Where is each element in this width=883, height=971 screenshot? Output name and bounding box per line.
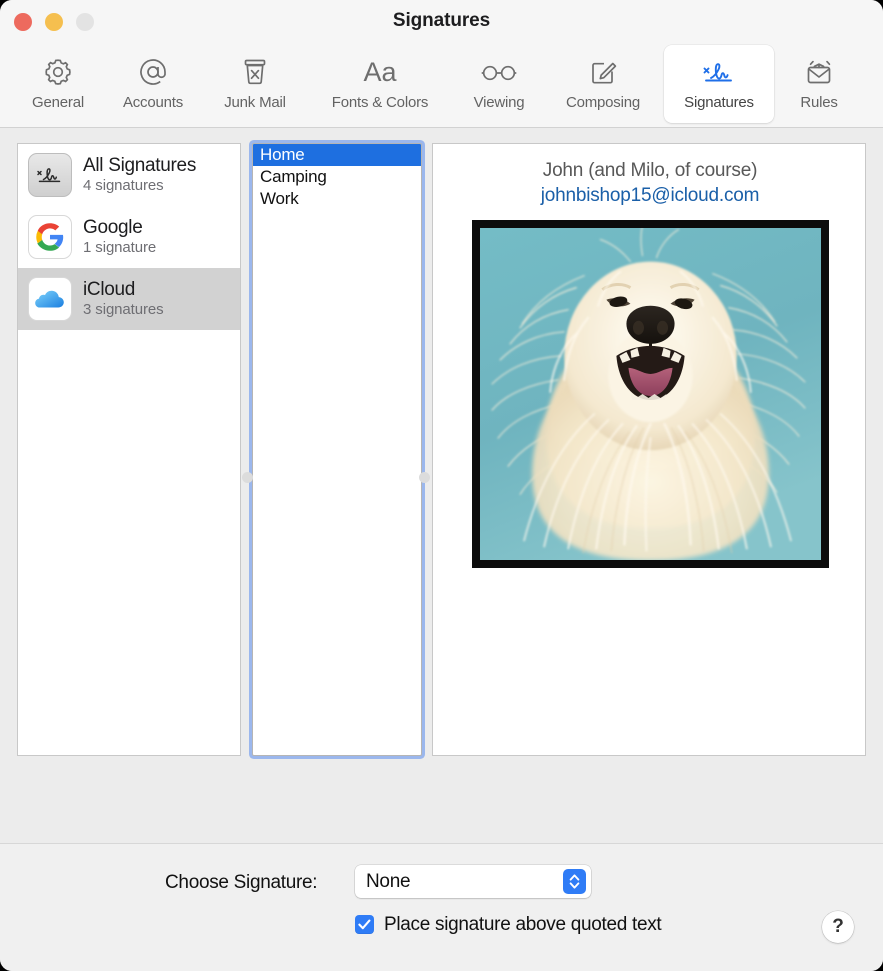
junk-trash-icon xyxy=(238,53,272,91)
choose-signature-label: Choose Signature: xyxy=(165,872,317,894)
toolbar-label-composing: Composing xyxy=(566,94,640,111)
signature-badge-icon xyxy=(28,153,72,197)
signature-list-item-camping[interactable]: Camping xyxy=(253,166,421,188)
toolbar-item-viewing[interactable]: Viewing xyxy=(454,45,544,123)
toolbar-item-rules[interactable]: Rules xyxy=(778,45,860,123)
signatures-content-area: All Signatures 4 signatures Google 1 sig… xyxy=(0,128,883,843)
signature-list-item-work[interactable]: Work xyxy=(253,188,421,210)
toolbar-label-signatures: Signatures xyxy=(684,94,754,111)
aa-font-icon: Aa xyxy=(352,53,408,91)
at-sign-icon xyxy=(136,53,170,91)
signature-preview[interactable]: John (and Milo, of course) johnbishop15@… xyxy=(432,143,866,756)
account-name: Google xyxy=(83,217,156,238)
toolbar-item-fonts-colors[interactable]: Aa Fonts & Colors xyxy=(308,45,452,123)
chevron-updown-icon[interactable] xyxy=(563,869,586,894)
dog-photo xyxy=(480,228,821,560)
account-name: iCloud xyxy=(83,279,164,300)
place-signature-above-quoted-label: Place signature above quoted text xyxy=(384,915,661,934)
account-signature-count: 4 signatures xyxy=(83,178,196,195)
toolbar-label-fonts-colors: Fonts & Colors xyxy=(332,94,428,111)
account-name: All Signatures xyxy=(83,155,196,176)
icloud-cloud-icon xyxy=(28,277,72,321)
svg-text:Aa: Aa xyxy=(363,57,397,87)
accounts-list[interactable]: All Signatures 4 signatures Google 1 sig… xyxy=(17,143,241,756)
signature-preview-name: John (and Milo, of course) xyxy=(433,160,866,182)
help-button[interactable]: ? xyxy=(822,911,854,943)
signature-name: Camping xyxy=(260,167,327,187)
toolbar-label-junk-mail: Junk Mail xyxy=(224,94,286,111)
title-bar: Signatures xyxy=(0,0,883,44)
pane-resize-handle-right[interactable] xyxy=(419,472,430,483)
toolbar-item-general[interactable]: General xyxy=(14,45,102,123)
account-row-google[interactable]: Google 1 signature xyxy=(18,206,240,268)
signature-list-item-home[interactable]: Home xyxy=(253,144,421,166)
toolbar-label-general: General xyxy=(32,94,84,111)
window-title: Signatures xyxy=(0,10,883,32)
place-signature-above-quoted-checkbox[interactable] xyxy=(355,915,374,934)
account-signature-count: 3 signatures xyxy=(83,302,164,319)
signature-name: Work xyxy=(260,189,299,209)
toolbar-item-junk-mail[interactable]: Junk Mail xyxy=(204,45,306,123)
google-logo-icon xyxy=(28,215,72,259)
toolbar-label-accounts: Accounts xyxy=(123,94,183,111)
signature-preview-email[interactable]: johnbishop15@icloud.com xyxy=(433,185,866,207)
choose-signature-dropdown[interactable]: None xyxy=(355,865,591,898)
account-row-icloud[interactable]: iCloud 3 signatures xyxy=(18,268,240,330)
toolbar-item-signatures[interactable]: Signatures xyxy=(664,45,774,123)
compose-pencil-icon xyxy=(586,53,620,91)
toolbar-item-composing[interactable]: Composing xyxy=(546,45,660,123)
gear-icon xyxy=(41,53,75,91)
signature-icon xyxy=(696,53,742,91)
signatures-preferences-window: Signatures General xyxy=(0,0,883,971)
toolbar-label-viewing: Viewing xyxy=(474,94,525,111)
preferences-toolbar: General Accounts xyxy=(0,40,883,128)
signature-preview-photo-frame xyxy=(472,220,829,568)
rules-envelope-icon xyxy=(802,53,836,91)
signature-name: Home xyxy=(260,145,305,165)
choose-signature-value: None xyxy=(366,871,410,893)
account-row-all-signatures[interactable]: All Signatures 4 signatures xyxy=(18,144,240,206)
bottom-settings-bar: Choose Signature: None Place signature a… xyxy=(0,843,883,971)
glasses-icon xyxy=(477,53,521,91)
account-signature-count: 1 signature xyxy=(83,240,156,257)
pane-resize-handle-left[interactable] xyxy=(242,472,253,483)
toolbar-item-accounts[interactable]: Accounts xyxy=(106,45,200,123)
signature-list[interactable]: Home Camping Work xyxy=(252,143,422,756)
toolbar-label-rules: Rules xyxy=(800,94,837,111)
place-signature-above-quoted-row[interactable]: Place signature above quoted text xyxy=(355,915,661,934)
